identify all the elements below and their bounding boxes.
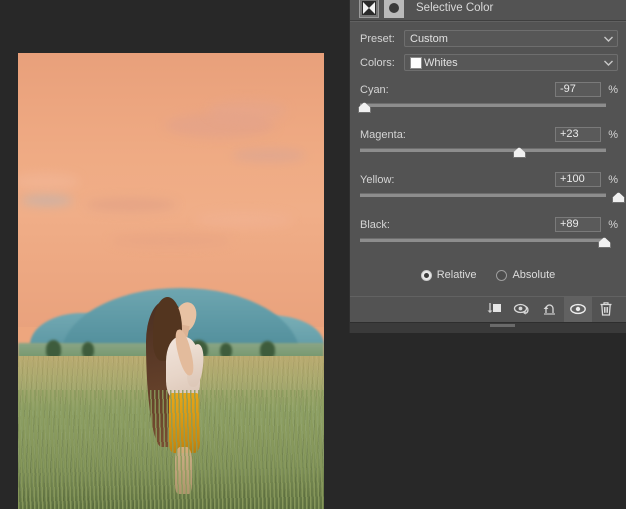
cloud <box>18 173 80 190</box>
black-slider[interactable] <box>360 235 618 252</box>
sky-region <box>18 53 324 327</box>
slider-track[interactable] <box>360 103 606 107</box>
selective-color-panel: Selective Color Preset: Custom Colors: W… <box>349 0 626 333</box>
cyan-unit: % <box>608 83 618 96</box>
slider-head: Yellow: +100 % <box>360 171 618 188</box>
reset-button[interactable] <box>536 297 564 323</box>
canvas-area[interactable] <box>0 0 349 509</box>
yellow-slider[interactable] <box>360 190 625 207</box>
color-swatch <box>410 56 422 69</box>
black-label: Black: <box>360 218 390 231</box>
cloud <box>109 233 233 248</box>
slider-group-black: Black: +89 % <box>350 216 626 252</box>
yellow-unit: % <box>608 173 618 186</box>
relative-label: Relative <box>436 269 477 281</box>
absolute-label: Absolute <box>512 269 556 281</box>
cloud <box>207 99 288 122</box>
panel-header: Selective Color <box>350 0 626 21</box>
visibility-eye-icon <box>569 303 587 318</box>
black-value-input[interactable]: +89 <box>555 217 601 232</box>
yellow-slider-handle[interactable] <box>612 192 625 203</box>
visibility-toggle-button[interactable] <box>564 297 592 323</box>
image-canvas[interactable] <box>18 53 324 509</box>
yellow-label: Yellow: <box>360 173 395 186</box>
foreground-grass <box>18 390 324 509</box>
magenta-slider[interactable] <box>360 145 618 162</box>
preset-value: Custom <box>410 32 448 45</box>
horizontal-scrollbar[interactable] <box>490 324 515 327</box>
panel-title: Selective Color <box>416 2 494 14</box>
preset-select[interactable]: Custom <box>404 30 618 47</box>
clip-to-layer-icon <box>486 302 503 319</box>
slider-head: Cyan: -97 % <box>360 81 618 98</box>
magenta-unit: % <box>608 128 618 141</box>
panel-body: Preset: Custom Colors: Whites Cyan: -97 … <box>350 21 626 296</box>
reset-icon <box>542 302 558 319</box>
slider-head: Black: +89 % <box>360 216 618 233</box>
slider-group-yellow: Yellow: +100 % <box>350 171 626 207</box>
colors-select[interactable]: Whites <box>404 54 618 71</box>
radio-button-selected-icon[interactable] <box>420 269 432 281</box>
clip-to-layer-button[interactable] <box>480 297 508 323</box>
circle-glyph <box>389 3 399 13</box>
preset-label: Preset: <box>360 32 395 45</box>
cloud <box>21 195 74 207</box>
magenta-label: Magenta: <box>360 128 406 141</box>
delete-layer-button[interactable] <box>592 297 620 323</box>
slider-track[interactable] <box>360 148 606 152</box>
view-previous-state-button[interactable] <box>508 297 536 323</box>
cloud <box>232 148 306 163</box>
yellow-value-input[interactable]: +100 <box>555 172 601 187</box>
adjustment-mask-icon[interactable] <box>359 0 379 18</box>
magenta-value-input[interactable]: +23 <box>555 127 601 142</box>
slider-track[interactable] <box>360 193 606 197</box>
chevron-down-icon <box>604 58 613 67</box>
cyan-value-input[interactable]: -97 <box>555 82 601 97</box>
chevron-down-icon <box>604 34 613 43</box>
black-unit: % <box>608 218 618 231</box>
cloud <box>195 211 294 229</box>
photo-editor-window: Selective Color Preset: Custom Colors: W… <box>0 0 626 509</box>
view-previous-state-icon <box>513 302 531 319</box>
slider-track[interactable] <box>360 238 606 242</box>
cloud <box>85 198 178 212</box>
cyan-label: Cyan: <box>360 83 389 96</box>
slider-group-magenta: Magenta: +23 % <box>350 126 626 162</box>
radio-button-icon[interactable] <box>496 269 508 281</box>
slider-group-cyan: Cyan: -97 % <box>350 81 626 117</box>
slider-head: Magenta: +23 % <box>360 126 618 143</box>
preset-row: Preset: Custom <box>350 29 626 48</box>
panel-bottom-edge <box>350 322 626 333</box>
radio-absolute[interactable]: Absolute <box>496 269 555 281</box>
cyan-slider[interactable] <box>357 100 618 117</box>
colors-label: Colors: <box>360 56 395 69</box>
selective-color-circle-icon[interactable] <box>384 0 404 18</box>
radio-relative[interactable]: Relative <box>420 269 477 281</box>
delete-trash-icon <box>599 301 613 320</box>
colors-row: Colors: Whites <box>350 53 626 72</box>
colors-value: Whites <box>424 56 458 69</box>
panel-footer-toolbar <box>350 296 626 323</box>
method-radio-group: Relative Absolute <box>350 269 626 281</box>
